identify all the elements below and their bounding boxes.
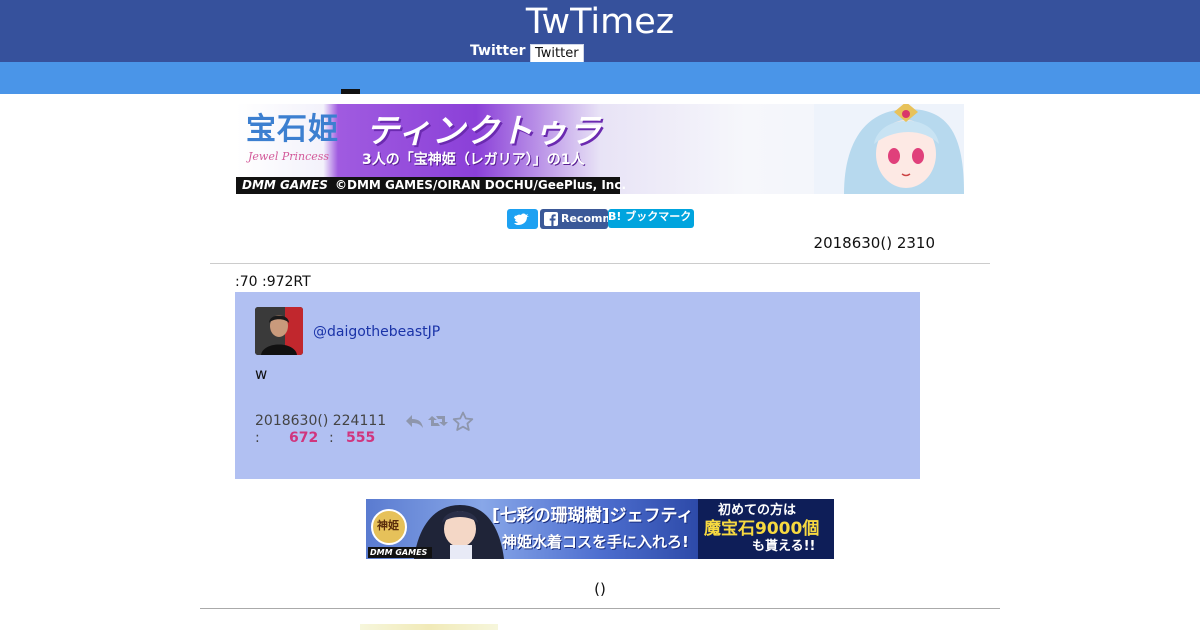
twitter-bird-icon	[514, 213, 529, 225]
banner-tagline: 3人の「宝神姫（レガリア）」の1人	[362, 152, 585, 168]
page-date: 2018630() 2310	[813, 234, 935, 252]
share-hatena-bookmark-button[interactable]: B! ブックマーク	[608, 209, 694, 228]
banner-character-art	[814, 104, 964, 194]
banner-brand: DMM GAMES	[242, 178, 328, 192]
tweet-timestamp[interactable]: 2018630() 224111	[255, 413, 386, 430]
twitter-label: Twitter	[470, 43, 526, 59]
share-facebook-button[interactable]: Recommend	[540, 209, 608, 229]
divider-bottom	[200, 608, 1000, 609]
site-title[interactable]: TwTimez	[0, 1, 1200, 43]
sub-navigation-bar	[0, 62, 1200, 94]
banner2-badge-text: 神姫	[377, 519, 399, 532]
banner2-brand: DMM GAMES	[370, 548, 428, 557]
banner2-offer-line1: 初めての方は	[718, 503, 797, 518]
ad-banner-bottom[interactable]: 神姫 DMM GAMES [七彩の珊瑚樹]ジェフティ 神姫水着コスを手に入れろ!…	[366, 499, 834, 559]
reply-icon[interactable]	[403, 412, 425, 430]
next-section-peek	[360, 624, 498, 630]
banner2-offer-line3: も貰える!!	[752, 539, 816, 554]
avatar-image	[255, 307, 303, 355]
hatena-bookmark-label: B! ブックマーク	[608, 210, 692, 223]
banner-logo: 宝石姫	[246, 112, 339, 147]
banner-copyright: ©DMM GAMES/OIRAN DOCHU/GeePlus, Inc.	[335, 178, 627, 192]
facebook-icon	[544, 212, 558, 226]
retweet-count-label: :	[255, 430, 260, 446]
banner2-title: [七彩の珊瑚樹]ジェフティ	[492, 506, 694, 526]
footer-text: ()	[594, 580, 606, 598]
banner2-offer-line2: 魔宝石9000個	[704, 519, 820, 539]
retweet-count: 672	[289, 430, 319, 446]
tweet-card: @daigothebeastJP w 2018630() 224111 : 67…	[235, 292, 920, 479]
avatar[interactable]	[255, 307, 303, 355]
site-header: TwTimez Twitter Twitter	[0, 0, 1200, 63]
favorite-star-icon[interactable]	[452, 411, 474, 432]
share-twitter-button[interactable]	[507, 209, 538, 229]
favorite-count: 555	[346, 430, 376, 446]
facebook-recommend-label: Recommend	[561, 212, 608, 225]
divider	[210, 263, 990, 264]
banner2-badge: 神姫	[371, 509, 407, 545]
twitter-tab-button[interactable]: Twitter	[530, 44, 584, 63]
banner2-subtitle: 神姫水着コスを手に入れろ!	[502, 533, 689, 551]
active-tab-marker	[341, 89, 360, 94]
ad-banner-top[interactable]: 宝石姫 Jewel Princess ティンクトゥラ 3人の「宝神姫（レガリア）…	[236, 104, 964, 194]
banner-logo-subtitle: Jewel Princess	[248, 150, 330, 163]
tweet-text: w	[255, 365, 268, 383]
favorite-count-label: :	[329, 430, 334, 446]
tweet-stats-line: :70 :972RT	[235, 274, 311, 290]
tweet-username-link[interactable]: @daigothebeastJP	[313, 324, 440, 341]
banner-heading: ティンクトゥラ	[366, 111, 603, 150]
retweet-icon[interactable]	[427, 412, 449, 430]
